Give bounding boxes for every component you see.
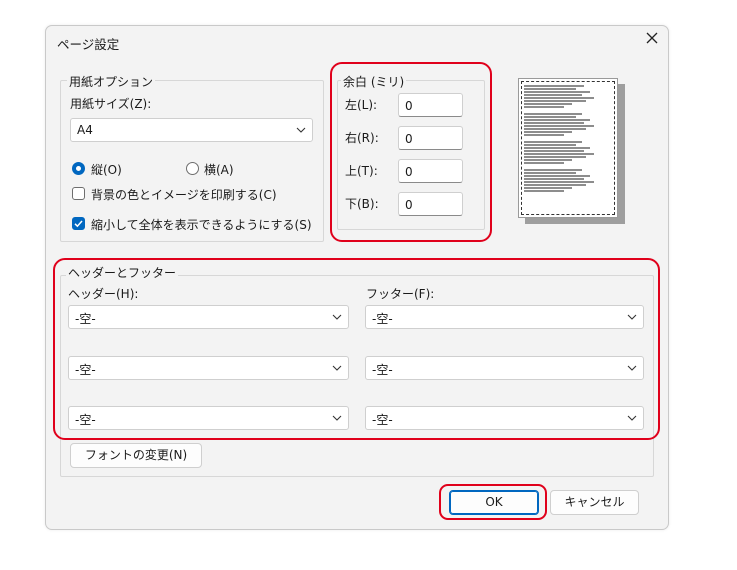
dialog-title: ページ設定 bbox=[57, 37, 120, 52]
paper-size-select[interactable]: A4 bbox=[70, 118, 313, 142]
shrink-to-fit-label[interactable]: 縮小して全体を表示できるようにする(S) bbox=[91, 216, 312, 233]
ok-highlight bbox=[439, 484, 547, 520]
checkmark-icon bbox=[74, 220, 83, 228]
landscape-label[interactable]: 横(A) bbox=[204, 161, 234, 178]
margins-highlight bbox=[330, 62, 492, 242]
close-icon[interactable] bbox=[645, 31, 659, 45]
paper-options-legend: 用紙オプション bbox=[67, 73, 156, 90]
shrink-to-fit-checkbox[interactable] bbox=[72, 217, 85, 230]
page-preview bbox=[518, 78, 618, 218]
change-font-button[interactable]: フォントの変更(N) bbox=[70, 443, 202, 468]
header-footer-highlight bbox=[53, 258, 660, 440]
cancel-button[interactable]: キャンセル bbox=[550, 490, 639, 515]
chevron-down-icon bbox=[296, 127, 306, 133]
landscape-radio[interactable] bbox=[186, 162, 199, 175]
page-preview-content bbox=[521, 81, 615, 215]
paper-size-value: A4 bbox=[77, 123, 93, 137]
portrait-label[interactable]: 縦(O) bbox=[91, 161, 122, 178]
portrait-radio[interactable] bbox=[72, 162, 85, 175]
paper-size-label: 用紙サイズ(Z): bbox=[70, 97, 152, 111]
print-background-checkbox[interactable] bbox=[72, 187, 85, 200]
print-background-label[interactable]: 背景の色とイメージを印刷する(C) bbox=[91, 186, 277, 203]
